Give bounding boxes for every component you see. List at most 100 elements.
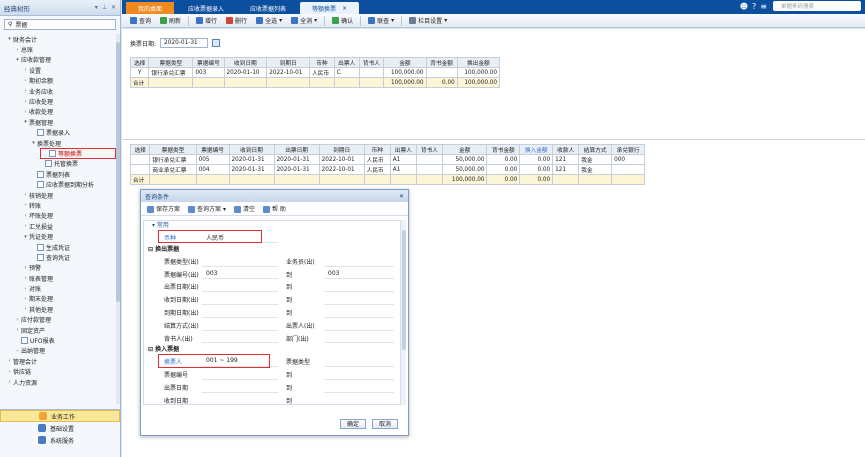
field-input[interactable] xyxy=(202,316,278,318)
tree-item[interactable]: › 坏账处理 xyxy=(0,211,118,221)
column-header[interactable]: 票据类型 xyxy=(149,144,197,155)
column-header[interactable]: 票据编号 xyxy=(195,144,230,155)
tab-2[interactable]: 应收票据录入 xyxy=(176,2,236,14)
column-header[interactable]: 换入金额 xyxy=(519,144,554,155)
table-cell[interactable]: 2020-01-31 xyxy=(273,154,320,165)
table-cell[interactable]: 2020-01-10 xyxy=(223,67,268,78)
table-cell[interactable] xyxy=(129,164,151,175)
field-input[interactable] xyxy=(202,278,278,280)
table-cell[interactable]: 121 xyxy=(552,164,580,175)
table-cell[interactable]: 50,000.00 xyxy=(441,164,488,175)
field-input[interactable] xyxy=(324,329,394,331)
tree-item[interactable]: › 期初余额 xyxy=(0,76,118,86)
column-header[interactable]: 出票日期 xyxy=(273,144,320,155)
tab-4[interactable]: 等额换票 × xyxy=(300,2,360,14)
table-cell[interactable]: 100,000.00 xyxy=(456,67,501,78)
table-cell[interactable] xyxy=(358,67,385,78)
field-input[interactable] xyxy=(324,378,394,380)
column-header[interactable]: 背书人 xyxy=(415,144,443,155)
table-cell[interactable]: 人民币 xyxy=(363,164,391,175)
calendar-icon[interactable] xyxy=(212,39,221,47)
table-cell[interactable]: 人民币 xyxy=(363,154,391,165)
field-input[interactable] xyxy=(324,316,394,318)
column-header[interactable]: 票据类型 xyxy=(148,57,194,68)
toolbar-button[interactable]: 全选 ▾ xyxy=(252,15,286,27)
field-input[interactable] xyxy=(324,265,394,267)
table-cell[interactable]: 2022-10-01 xyxy=(318,164,365,175)
tree-item[interactable]: › 核销处理 xyxy=(0,190,118,200)
table-cell[interactable] xyxy=(129,154,151,165)
tree-item[interactable]: › 总账 xyxy=(0,44,118,55)
tree-item[interactable]: › 转账 xyxy=(0,200,118,210)
column-header[interactable]: 币种 xyxy=(309,57,335,68)
table-cell[interactable]: 2022-10-01 xyxy=(266,67,310,78)
table-cell[interactable]: 银行承兑汇票 xyxy=(148,67,194,78)
field-input[interactable] xyxy=(324,391,394,393)
table-cell[interactable]: Y xyxy=(129,67,150,78)
table-cell[interactable]: 商业承兑汇票 xyxy=(149,164,197,175)
navigation-scrollbar[interactable] xyxy=(116,34,120,404)
tree-item[interactable]: ▾ 票据管理 xyxy=(0,117,118,127)
table-cell[interactable]: 0.00 xyxy=(486,154,521,165)
bottom-nav-item[interactable]: 系统服务 xyxy=(0,434,120,446)
field-input[interactable] xyxy=(202,329,278,331)
field-input[interactable] xyxy=(202,303,278,305)
column-header[interactable]: 选择 xyxy=(129,144,151,155)
field-input[interactable] xyxy=(202,391,278,393)
tree-item[interactable]: › 设置 xyxy=(0,65,118,75)
dialog-tool-button[interactable]: 清空 xyxy=(233,204,255,213)
field-value[interactable]: 003 xyxy=(206,270,217,277)
tree-item[interactable]: › 账表管理 xyxy=(0,273,118,283)
tree-item[interactable]: › 应付款管理 xyxy=(0,315,118,325)
table-cell[interactable]: 0.00 xyxy=(519,164,554,175)
column-header[interactable]: 选择 xyxy=(129,57,150,68)
field-input[interactable] xyxy=(324,366,394,368)
tree-item[interactable]: › 管理会计 xyxy=(0,356,118,366)
toolbar-button[interactable]: 确认 xyxy=(328,15,357,27)
close-icon[interactable]: ✕ xyxy=(111,4,116,11)
column-header[interactable]: 结算方式 xyxy=(578,144,613,155)
cancel-button[interactable]: 取消 xyxy=(372,419,398,429)
table-cell[interactable]: 0.00 xyxy=(519,154,554,165)
barcode-search-input[interactable]: 单据条码搜索 xyxy=(773,1,861,11)
column-header[interactable]: 背书金额 xyxy=(425,57,458,68)
dialog-tool-button[interactable]: 帮 助 xyxy=(262,204,286,213)
tree-item[interactable]: › 出纳管理 xyxy=(0,346,118,356)
column-header[interactable]: 背书人 xyxy=(358,57,385,68)
column-header[interactable]: 币种 xyxy=(363,144,391,155)
bottom-nav-item[interactable]: 业务工作 xyxy=(0,410,120,422)
column-header[interactable]: 收款人 xyxy=(552,144,580,155)
tree-item[interactable]: › 收款处理 xyxy=(0,107,118,117)
table-cell[interactable]: 2020-01-31 xyxy=(228,164,275,175)
table-cell[interactable]: A1 xyxy=(389,154,417,165)
table-cell[interactable]: 2020-01-31 xyxy=(273,164,320,175)
bottom-nav-item[interactable]: 基础设置 xyxy=(0,422,120,434)
close-icon[interactable]: ✕ xyxy=(399,193,404,200)
column-header[interactable]: 背书金额 xyxy=(486,144,521,155)
table-cell[interactable]: C xyxy=(333,67,360,78)
tree-item[interactable]: 等额换票 xyxy=(40,148,116,159)
column-header[interactable]: 金额 xyxy=(383,57,427,68)
close-icon[interactable]: × xyxy=(342,5,347,12)
column-header[interactable]: 收到日期 xyxy=(223,57,268,68)
table-cell[interactable]: 005 xyxy=(195,154,230,165)
toolbar-button[interactable]: 联查 ▾ xyxy=(364,15,398,27)
navigation-search-input[interactable]: ⚲ 票据 xyxy=(4,19,116,30)
toolbar-button[interactable]: 增行 xyxy=(192,15,221,27)
field-input[interactable] xyxy=(324,303,394,305)
field-input[interactable] xyxy=(202,342,278,344)
column-header[interactable]: 出票人 xyxy=(389,144,417,155)
tree-item[interactable]: 应收票据到期分析 xyxy=(0,179,118,189)
toolbar-button[interactable]: 栏目设置 ▾ xyxy=(405,15,451,27)
toolbar-button[interactable]: 查询 xyxy=(126,15,155,27)
tree-item[interactable]: › 固定资产 xyxy=(0,325,118,335)
column-header[interactable]: 承兑银行 xyxy=(611,144,645,155)
table-cell[interactable]: 000 xyxy=(611,154,645,165)
column-header[interactable]: 收到日期 xyxy=(228,144,275,155)
table-cell[interactable]: 人民币 xyxy=(309,67,335,78)
table-cell[interactable]: 我金 xyxy=(578,164,613,175)
table-cell[interactable]: 100,000.00 xyxy=(383,67,427,78)
dialog-scrollbar[interactable] xyxy=(400,220,406,405)
tree-item[interactable]: › 业务应收 xyxy=(0,86,118,96)
tree-item[interactable]: 生成凭证 xyxy=(0,242,118,252)
